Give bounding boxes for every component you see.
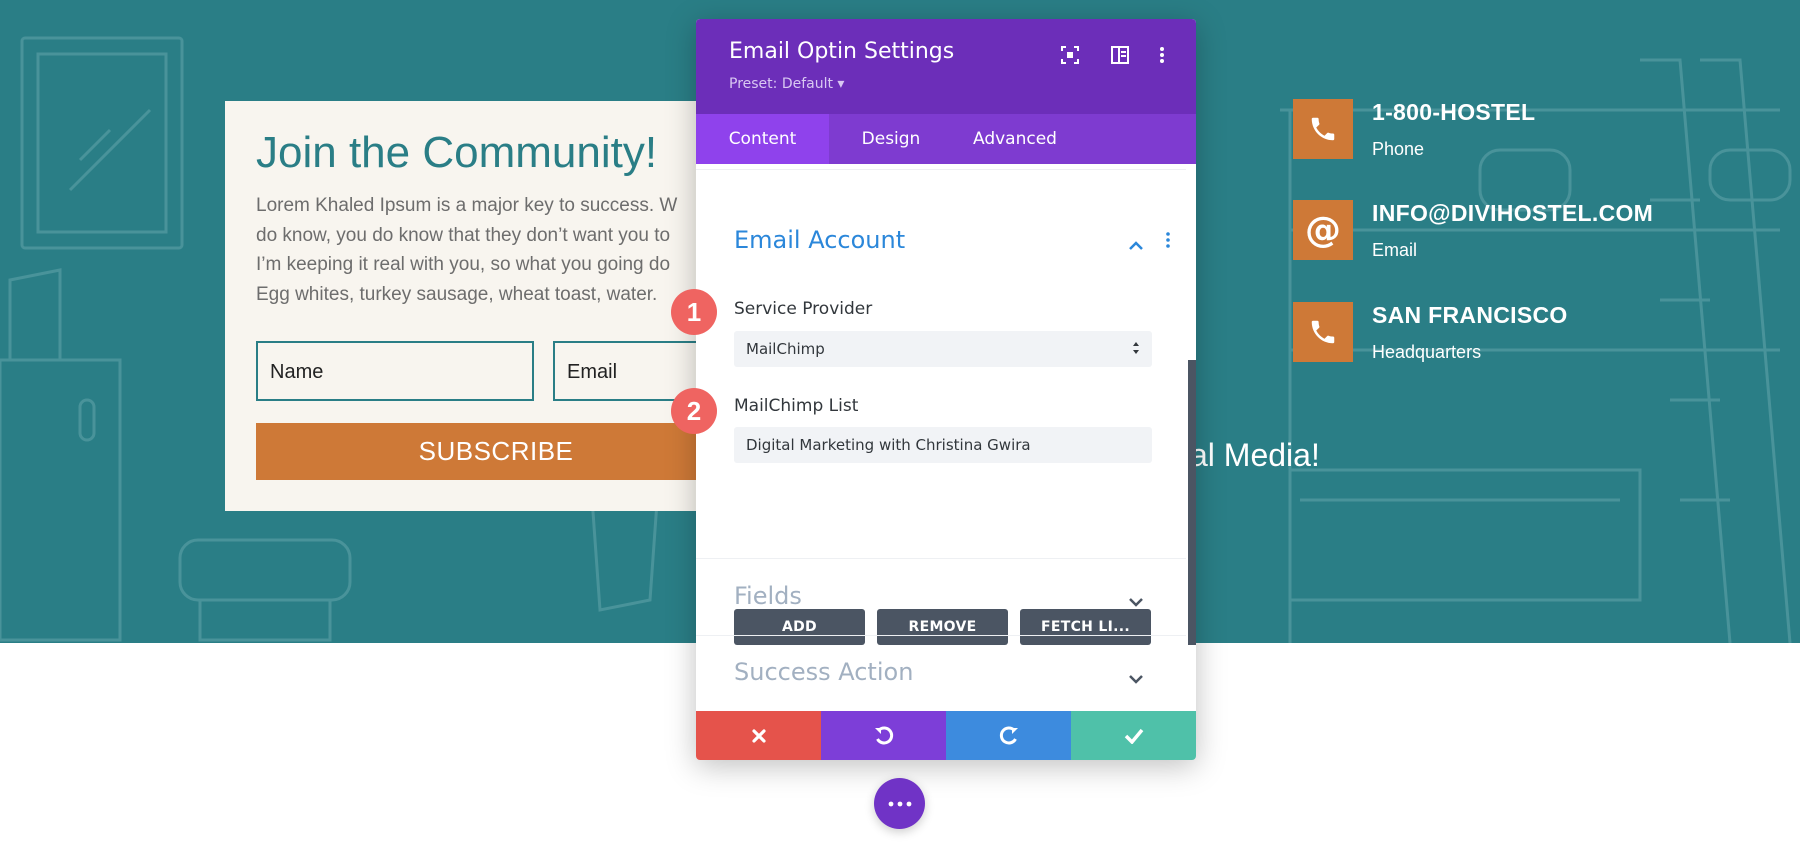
add-list-button[interactable]: ADD	[734, 609, 865, 645]
select-arrows-icon	[1132, 339, 1140, 361]
mailchimp-list-label: MailChimp List	[734, 396, 859, 416]
more-vertical-icon[interactable]	[1150, 43, 1174, 67]
contact-title: SAN FRANCISCO	[1372, 302, 1568, 328]
contact-subtitle: Email	[1372, 240, 1418, 260]
remove-list-button[interactable]: REMOVE	[877, 609, 1008, 645]
panel-tabs: Content Design Advanced	[696, 114, 1196, 164]
chevron-down-icon[interactable]	[1128, 669, 1144, 688]
contact-subtitle: Headquarters	[1372, 342, 1482, 362]
panel-body: Email Account Service Provider MailChimp…	[696, 164, 1196, 712]
success-action-section-title[interactable]: Success Action	[734, 658, 913, 686]
tab-advanced[interactable]: Advanced	[953, 114, 1077, 164]
email-account-section-title[interactable]: Email Account	[734, 226, 905, 254]
fetch-lists-button[interactable]: FETCH LI...	[1020, 609, 1151, 645]
save-check-icon[interactable]	[1071, 711, 1196, 760]
preset-dropdown[interactable]: Preset: Default ▾	[729, 76, 844, 92]
divider	[696, 169, 1186, 170]
panel-header: Email Optin Settings Preset: Default ▾	[696, 19, 1196, 114]
phone-icon	[1293, 99, 1353, 159]
name-field[interactable]: Name	[256, 341, 534, 401]
step-badge-1: 1	[671, 289, 717, 335]
tab-content[interactable]: Content	[696, 114, 829, 164]
fields-section-title[interactable]: Fields	[734, 582, 802, 610]
phone-icon	[1293, 302, 1353, 362]
description-line: I’m keeping it real with you, so what yo…	[256, 254, 671, 275]
mailchimp-list-select[interactable]: Digital Marketing with Christina Gwira	[734, 427, 1152, 463]
email-optin-card: Join the Community! Lorem Khaled Ipsum i…	[225, 101, 745, 511]
divider	[696, 635, 1186, 636]
contact-title: 1-800-HOSTEL	[1372, 99, 1536, 125]
name-field-placeholder: Name	[270, 361, 324, 383]
description-line: do know, you do know that they don’t wan…	[256, 224, 671, 246]
panel-title: Email Optin Settings	[729, 39, 955, 64]
fullscreen-icon[interactable]	[1058, 43, 1082, 67]
email-field-placeholder: Email	[567, 361, 618, 383]
chevron-up-icon[interactable]	[1128, 236, 1144, 255]
mailchimp-list-value: Digital Marketing with Christina Gwira	[746, 436, 1031, 454]
at-icon: @	[1293, 200, 1353, 260]
service-provider-select[interactable]: MailChimp	[734, 331, 1152, 367]
contact-title: INFO@DIVIHOSTEL.COM	[1372, 200, 1654, 226]
description-line: Egg whites, turkey sausage, wheat toast,…	[256, 283, 658, 305]
more-options-button[interactable]	[874, 778, 925, 829]
divider	[696, 558, 1186, 559]
email-optin-settings-panel: Email Optin Settings Preset: Default ▾ C…	[696, 19, 1196, 760]
split-view-icon[interactable]	[1108, 43, 1132, 67]
service-provider-value: MailChimp	[746, 340, 825, 358]
panel-footer	[696, 711, 1196, 760]
panel-scrollbar[interactable]	[1188, 360, 1196, 645]
description-line: Lorem Khaled Ipsum is a major key to suc…	[256, 195, 678, 216]
optin-title: Join the Community!	[256, 128, 658, 177]
step-badge-2: 2	[671, 388, 717, 434]
contact-subtitle: Phone	[1372, 139, 1425, 159]
social-media-heading: al Media!	[1190, 437, 1320, 473]
section-more-icon[interactable]	[1166, 232, 1170, 252]
tab-design[interactable]: Design	[829, 114, 953, 164]
undo-icon[interactable]	[821, 711, 946, 760]
chevron-down-icon[interactable]	[1128, 592, 1144, 611]
more-horizontal-icon	[888, 801, 911, 806]
redo-icon[interactable]	[946, 711, 1071, 760]
cancel-icon[interactable]	[696, 711, 821, 760]
optin-description: Lorem Khaled Ipsum is a major key to suc…	[256, 191, 726, 309]
service-provider-label: Service Provider	[734, 299, 873, 319]
subscribe-button[interactable]: SUBSCRIBE	[256, 423, 736, 480]
